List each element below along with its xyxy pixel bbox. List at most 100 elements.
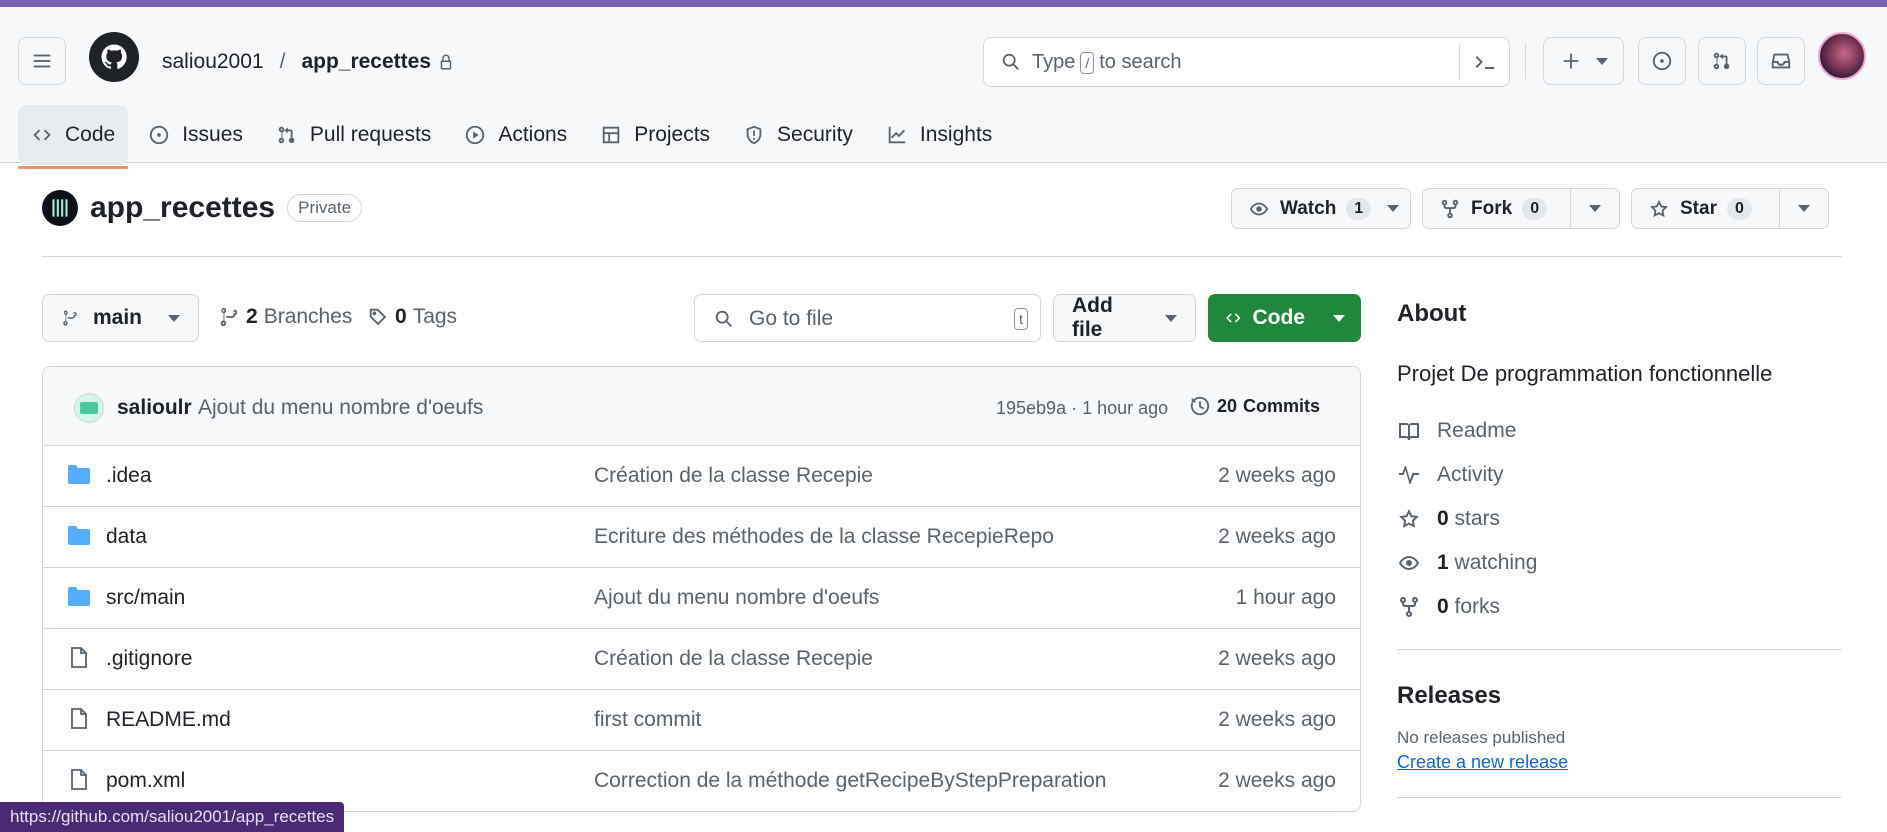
about-sidebar: About Projet De programmation fonctionne… xyxy=(1397,300,1842,798)
watching-link[interactable]: 1 watching xyxy=(1397,541,1842,585)
chevron-down-icon xyxy=(168,314,180,322)
file-list: .idea Création de la classe Recepie 2 week… xyxy=(43,446,1360,811)
tab-code[interactable]: Code xyxy=(18,105,129,169)
tab-pull-requests[interactable]: Pull requests xyxy=(263,105,444,165)
pull-request-icon xyxy=(1713,52,1730,70)
tab-projects[interactable]: Projects xyxy=(587,105,723,165)
go-to-file-shortcut: t xyxy=(1014,308,1028,330)
tags-link[interactable]: 0 Tags xyxy=(367,305,457,329)
star-icon xyxy=(1399,509,1419,528)
pull-request-icon xyxy=(278,126,295,144)
folder-icon xyxy=(68,465,90,484)
file-commit-time: 2 weeks ago xyxy=(1218,464,1336,487)
file-commit-time: 2 weeks ago xyxy=(1218,708,1336,731)
file-row[interactable]: src/main Ajout du menu nombre d'oeufs 1 ho… xyxy=(43,568,1360,629)
watch-count: 1 xyxy=(1346,197,1372,220)
releases-heading[interactable]: Releases xyxy=(1397,682,1842,710)
file-commit-time: 1 hour ago xyxy=(1235,586,1336,609)
star-dropdown[interactable] xyxy=(1778,189,1828,228)
pull-requests-button[interactable] xyxy=(1698,37,1746,85)
file-name[interactable]: pom.xml xyxy=(106,769,185,793)
commit-message[interactable]: Ajout du menu nombre d'oeufs xyxy=(198,396,483,420)
menu-button[interactable] xyxy=(18,37,66,85)
command-palette-icon[interactable] xyxy=(1472,50,1498,74)
file-name[interactable]: src/main xyxy=(106,586,185,610)
file-commit-time: 2 weeks ago xyxy=(1218,769,1336,792)
commit-sha-time[interactable]: 195eb9a · 1 hour ago xyxy=(996,398,1168,419)
fork-count: 0 xyxy=(1522,197,1548,220)
commit-author[interactable]: salioulr xyxy=(117,396,192,420)
tab-security[interactable]: Security xyxy=(730,105,866,165)
tab-security-label: Security xyxy=(777,123,853,146)
code-button[interactable]: Code xyxy=(1208,294,1361,342)
activity-link[interactable]: Activity xyxy=(1397,453,1842,497)
chevron-down-icon xyxy=(1588,205,1601,212)
create-new-button[interactable] xyxy=(1543,37,1624,85)
tab-issues-label: Issues xyxy=(182,123,243,146)
file-row[interactable]: data Ecriture des méthodes de la classe R… xyxy=(43,507,1360,568)
chevron-down-icon xyxy=(1797,205,1810,212)
avatar[interactable] xyxy=(1818,32,1866,80)
search-prefix: Type xyxy=(1032,51,1076,73)
branch-icon xyxy=(220,307,238,327)
file-commit-message[interactable]: Création de la classe Recepie xyxy=(594,647,873,671)
header-divider xyxy=(1525,43,1526,79)
commit-author-avatar[interactable] xyxy=(74,393,104,423)
watch-dropdown[interactable] xyxy=(1387,189,1411,228)
repo-meta-list: Readme Activity 0 stars 1 watching 0 for… xyxy=(1397,409,1842,629)
search-divider xyxy=(1459,44,1460,80)
search-input[interactable]: Type / to search xyxy=(983,37,1510,87)
branch-icon xyxy=(63,310,77,326)
create-release-link[interactable]: Create a new release xyxy=(1397,752,1842,773)
chevron-down-icon xyxy=(1595,57,1608,65)
folder-icon xyxy=(68,587,90,606)
fork-button[interactable]: Fork 0 xyxy=(1423,189,1570,228)
file-name[interactable]: .idea xyxy=(106,464,152,488)
fork-dropdown[interactable] xyxy=(1569,189,1619,228)
star-label: Star xyxy=(1680,197,1717,219)
file-row[interactable]: .gitignore Création de la classe Recepie 2… xyxy=(43,629,1360,690)
file-name[interactable]: data xyxy=(106,525,147,549)
watch-button[interactable]: Watch 1 xyxy=(1232,189,1387,228)
star-button-group: Star 0 xyxy=(1631,188,1829,229)
file-name[interactable]: README.md xyxy=(106,708,231,732)
history-icon xyxy=(1190,396,1210,416)
file-commit-message[interactable]: Ajout du menu nombre d'oeufs xyxy=(594,586,879,610)
add-file-button[interactable]: Add file xyxy=(1053,294,1196,342)
tab-insights[interactable]: Insights xyxy=(873,105,1005,165)
branches-label: Branches xyxy=(263,305,353,328)
stars-link[interactable]: 0 stars xyxy=(1397,497,1842,541)
branch-selector[interactable]: main xyxy=(42,294,199,342)
file-commit-message[interactable]: Ecriture des méthodes de la classe Recep… xyxy=(594,525,1054,549)
eye-icon xyxy=(1249,202,1269,215)
owner-link[interactable]: saliou2001 xyxy=(162,50,264,74)
github-logo-icon[interactable] xyxy=(89,32,139,82)
file-name[interactable]: .gitignore xyxy=(106,647,192,671)
commits-link[interactable]: 20 Commits xyxy=(1189,395,1320,417)
file-commit-message[interactable]: Création de la classe Recepie xyxy=(594,464,873,488)
latest-commit-bar: salioulr Ajout du menu nombre d'oeufs 19… xyxy=(43,367,1360,446)
search-icon xyxy=(1002,53,1019,70)
repo-link[interactable]: app_recettes xyxy=(301,50,431,74)
go-to-file-input[interactable]: Go to file t xyxy=(694,294,1041,342)
add-file-label: Add file xyxy=(1072,294,1113,341)
star-button[interactable]: Star 0 xyxy=(1632,189,1779,228)
tab-issues[interactable]: Issues xyxy=(135,105,256,165)
code-button-label: Code xyxy=(1252,306,1306,329)
file-commit-message[interactable]: first commit xyxy=(594,708,701,732)
tab-actions-label: Actions xyxy=(498,123,568,146)
inbox-button[interactable] xyxy=(1757,37,1805,85)
issues-button[interactable] xyxy=(1638,37,1686,85)
file-row[interactable]: .idea Création de la classe Recepie 2 week… xyxy=(43,446,1360,507)
branches-count: 2 xyxy=(246,305,258,328)
tab-actions[interactable]: Actions xyxy=(451,105,580,165)
folder-icon xyxy=(68,526,90,545)
star-icon xyxy=(1649,199,1669,217)
forks-link[interactable]: 0 forks xyxy=(1397,585,1842,629)
file-commit-message[interactable]: Correction de la méthode getRecipeByStep… xyxy=(594,769,1106,793)
repo-owner-avatar xyxy=(42,190,78,226)
readme-link[interactable]: Readme xyxy=(1397,409,1842,453)
file-row[interactable]: README.md first commit 2 weeks ago xyxy=(43,690,1360,751)
branches-link[interactable]: 2 Branches xyxy=(218,305,352,329)
repo-title[interactable]: app_recettes xyxy=(90,191,275,225)
